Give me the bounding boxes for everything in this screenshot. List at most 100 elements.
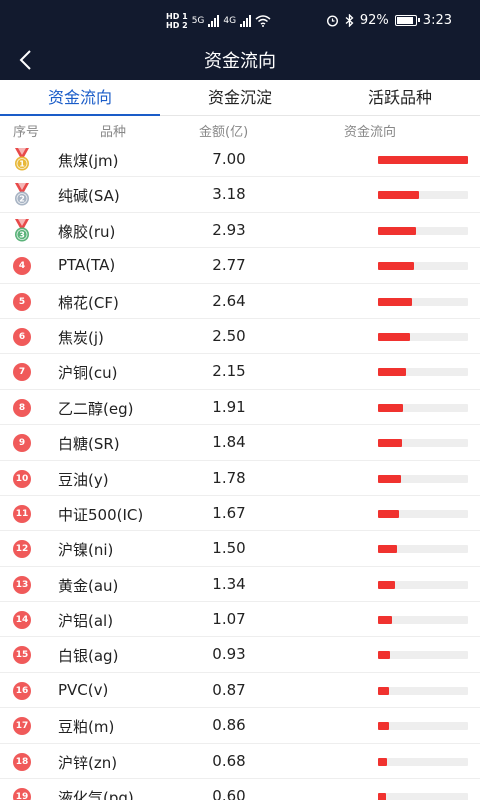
status-bar: HD 1 HD 2 5G 4G 92% 3:23 (0, 0, 480, 40)
rank-badge: 9 (13, 434, 31, 453)
amount-value: 7.00 (212, 150, 246, 168)
nav-bar: 资金流向 (0, 40, 480, 80)
rank-badge: 7 (13, 363, 31, 382)
flow-bar (378, 474, 401, 483)
flow-bar-track (378, 651, 468, 660)
table-row[interactable]: 16 PVC(v) 0.87 (0, 673, 480, 709)
tab-capital-flow[interactable]: 资金流向 (0, 80, 160, 116)
variety-name: 焦煤(jm) (58, 152, 119, 170)
rank-badge: 13 (13, 575, 31, 594)
flow-bar (378, 793, 386, 800)
amount-value: 0.86 (212, 716, 246, 735)
table-row[interactable]: 12 沪镍(ni) 1.50 (0, 531, 480, 567)
variety-name: 液化气(pg) (58, 789, 134, 800)
amount-value: 0.93 (212, 645, 246, 664)
variety-name: 乙二醇(eg) (58, 399, 134, 418)
capital-flow-list: 1 焦煤(jm) 7.00 2 纯碱(SA) 3.18 3 橡胶(ru) 2.93 4 PTA(TA… (0, 142, 480, 800)
table-row[interactable]: 8 乙二醇(eg) 1.91 (0, 390, 480, 426)
amount-value: 2.64 (212, 291, 246, 310)
flow-bar (378, 509, 400, 518)
col-name: 品种 (100, 125, 127, 140)
table-row[interactable]: 10 豆油(y) 1.78 (0, 461, 480, 496)
flow-bar (378, 651, 390, 660)
table-row[interactable]: 7 沪铜(cu) 2.15 (0, 354, 480, 390)
rank-badge: 6 (13, 327, 31, 346)
tab-capital-deposit[interactable]: 资金沉淀 (160, 80, 320, 115)
table-row[interactable]: 6 焦炭(j) 2.50 (0, 319, 480, 355)
amount-value: 2.15 (212, 362, 246, 381)
table-row[interactable]: 17 豆粕(m) 0.86 (0, 708, 480, 744)
table-row[interactable]: 13 黄金(au) 1.34 (0, 567, 480, 603)
table-row[interactable]: 2 纯碱(SA) 3.18 (0, 177, 480, 213)
flow-bar (378, 686, 390, 695)
variety-name: 沪锌(zn) (58, 753, 118, 772)
flow-bar (378, 722, 390, 731)
flow-bar (378, 545, 398, 554)
col-rank: 序号 (13, 125, 40, 140)
app-header: HD 1 HD 2 5G 4G 92% 3:23 资金流向 (0, 0, 480, 80)
amount-value: 3.18 (212, 185, 246, 204)
table-row[interactable]: 14 沪铝(al) 1.07 (0, 602, 480, 638)
variety-name: PVC(v) (58, 680, 109, 699)
silver-medal-icon: 2 (15, 183, 29, 206)
table-row[interactable]: 9 白糖(SR) 1.84 (0, 425, 480, 461)
flow-bar-track (378, 226, 468, 235)
page-title: 资金流向 (204, 51, 276, 72)
flow-bar-track (378, 368, 468, 377)
rank-badge: 18 (13, 752, 31, 771)
network-type-label: 5G (191, 16, 205, 26)
table-row[interactable]: 3 橡胶(ru) 2.93 (0, 213, 480, 249)
flow-bar (378, 403, 403, 412)
flow-bar (378, 297, 412, 306)
bluetooth-icon (345, 14, 354, 27)
flow-bar-track (378, 439, 468, 448)
amount-value: 1.34 (212, 574, 246, 593)
alarm-icon (326, 15, 338, 27)
rank-badge: 10 (13, 469, 31, 488)
col-amount: 金额(亿) (199, 125, 249, 140)
flow-bar-track (378, 191, 468, 200)
flow-bar (378, 580, 396, 589)
table-row[interactable]: 15 白银(ag) 0.93 (0, 637, 480, 673)
table-row[interactable]: 19 液化气(pg) 0.60 (0, 779, 480, 800)
amount-value: 2.50 (212, 326, 246, 345)
signal-icon (208, 15, 220, 27)
col-flow: 资金流向 (344, 125, 397, 140)
rank-badge: 11 (13, 504, 31, 523)
table-row[interactable]: 1 焦煤(jm) 7.00 (0, 142, 480, 178)
flow-bar (378, 332, 411, 341)
flow-bar-track (378, 545, 468, 554)
variety-name: 沪镍(ni) (58, 541, 114, 560)
amount-value: 1.50 (212, 539, 246, 558)
table-row[interactable]: 11 中证500(IC) 1.67 (0, 496, 480, 532)
tab-active-varieties[interactable]: 活跃品种 (320, 80, 480, 115)
network-indicators: HD 1 HD 2 5G 4G (166, 12, 271, 30)
rank-badge: 5 (13, 292, 31, 311)
flow-bar-track (378, 616, 468, 625)
system-indicators: 92% 3:23 (326, 13, 452, 28)
rank-number: 1 (19, 160, 25, 169)
flow-bar-track (378, 156, 468, 164)
amount-value: 1.07 (212, 610, 246, 629)
flow-bar (378, 368, 406, 377)
hd2-label: HD 2 (166, 21, 188, 30)
variety-name: 沪铝(al) (58, 612, 114, 631)
hd-indicator: HD 1 HD 2 (166, 12, 188, 30)
gold-medal-icon: 1 (15, 148, 29, 171)
variety-name: 豆油(y) (58, 470, 109, 489)
clock: 3:23 (422, 13, 452, 28)
table-row[interactable]: 18 沪锌(zn) 0.68 (0, 744, 480, 780)
tab-bar: 资金流向 资金沉淀 活跃品种 (0, 80, 480, 116)
flow-bar (378, 439, 402, 448)
variety-name: 黄金(au) (58, 576, 119, 595)
amount-value: 1.84 (212, 433, 246, 452)
network-type-2-label: 4G (223, 16, 237, 26)
wifi-icon (255, 15, 271, 27)
table-row[interactable]: 4 PTA(TA) 2.77 (0, 248, 480, 284)
amount-value: 1.91 (212, 397, 246, 416)
flow-bar-track (378, 403, 468, 412)
rank-badge: 12 (13, 540, 31, 559)
variety-name: 豆粕(m) (58, 718, 115, 737)
amount-value: 2.93 (212, 220, 246, 239)
table-row[interactable]: 5 棉花(CF) 2.64 (0, 284, 480, 319)
